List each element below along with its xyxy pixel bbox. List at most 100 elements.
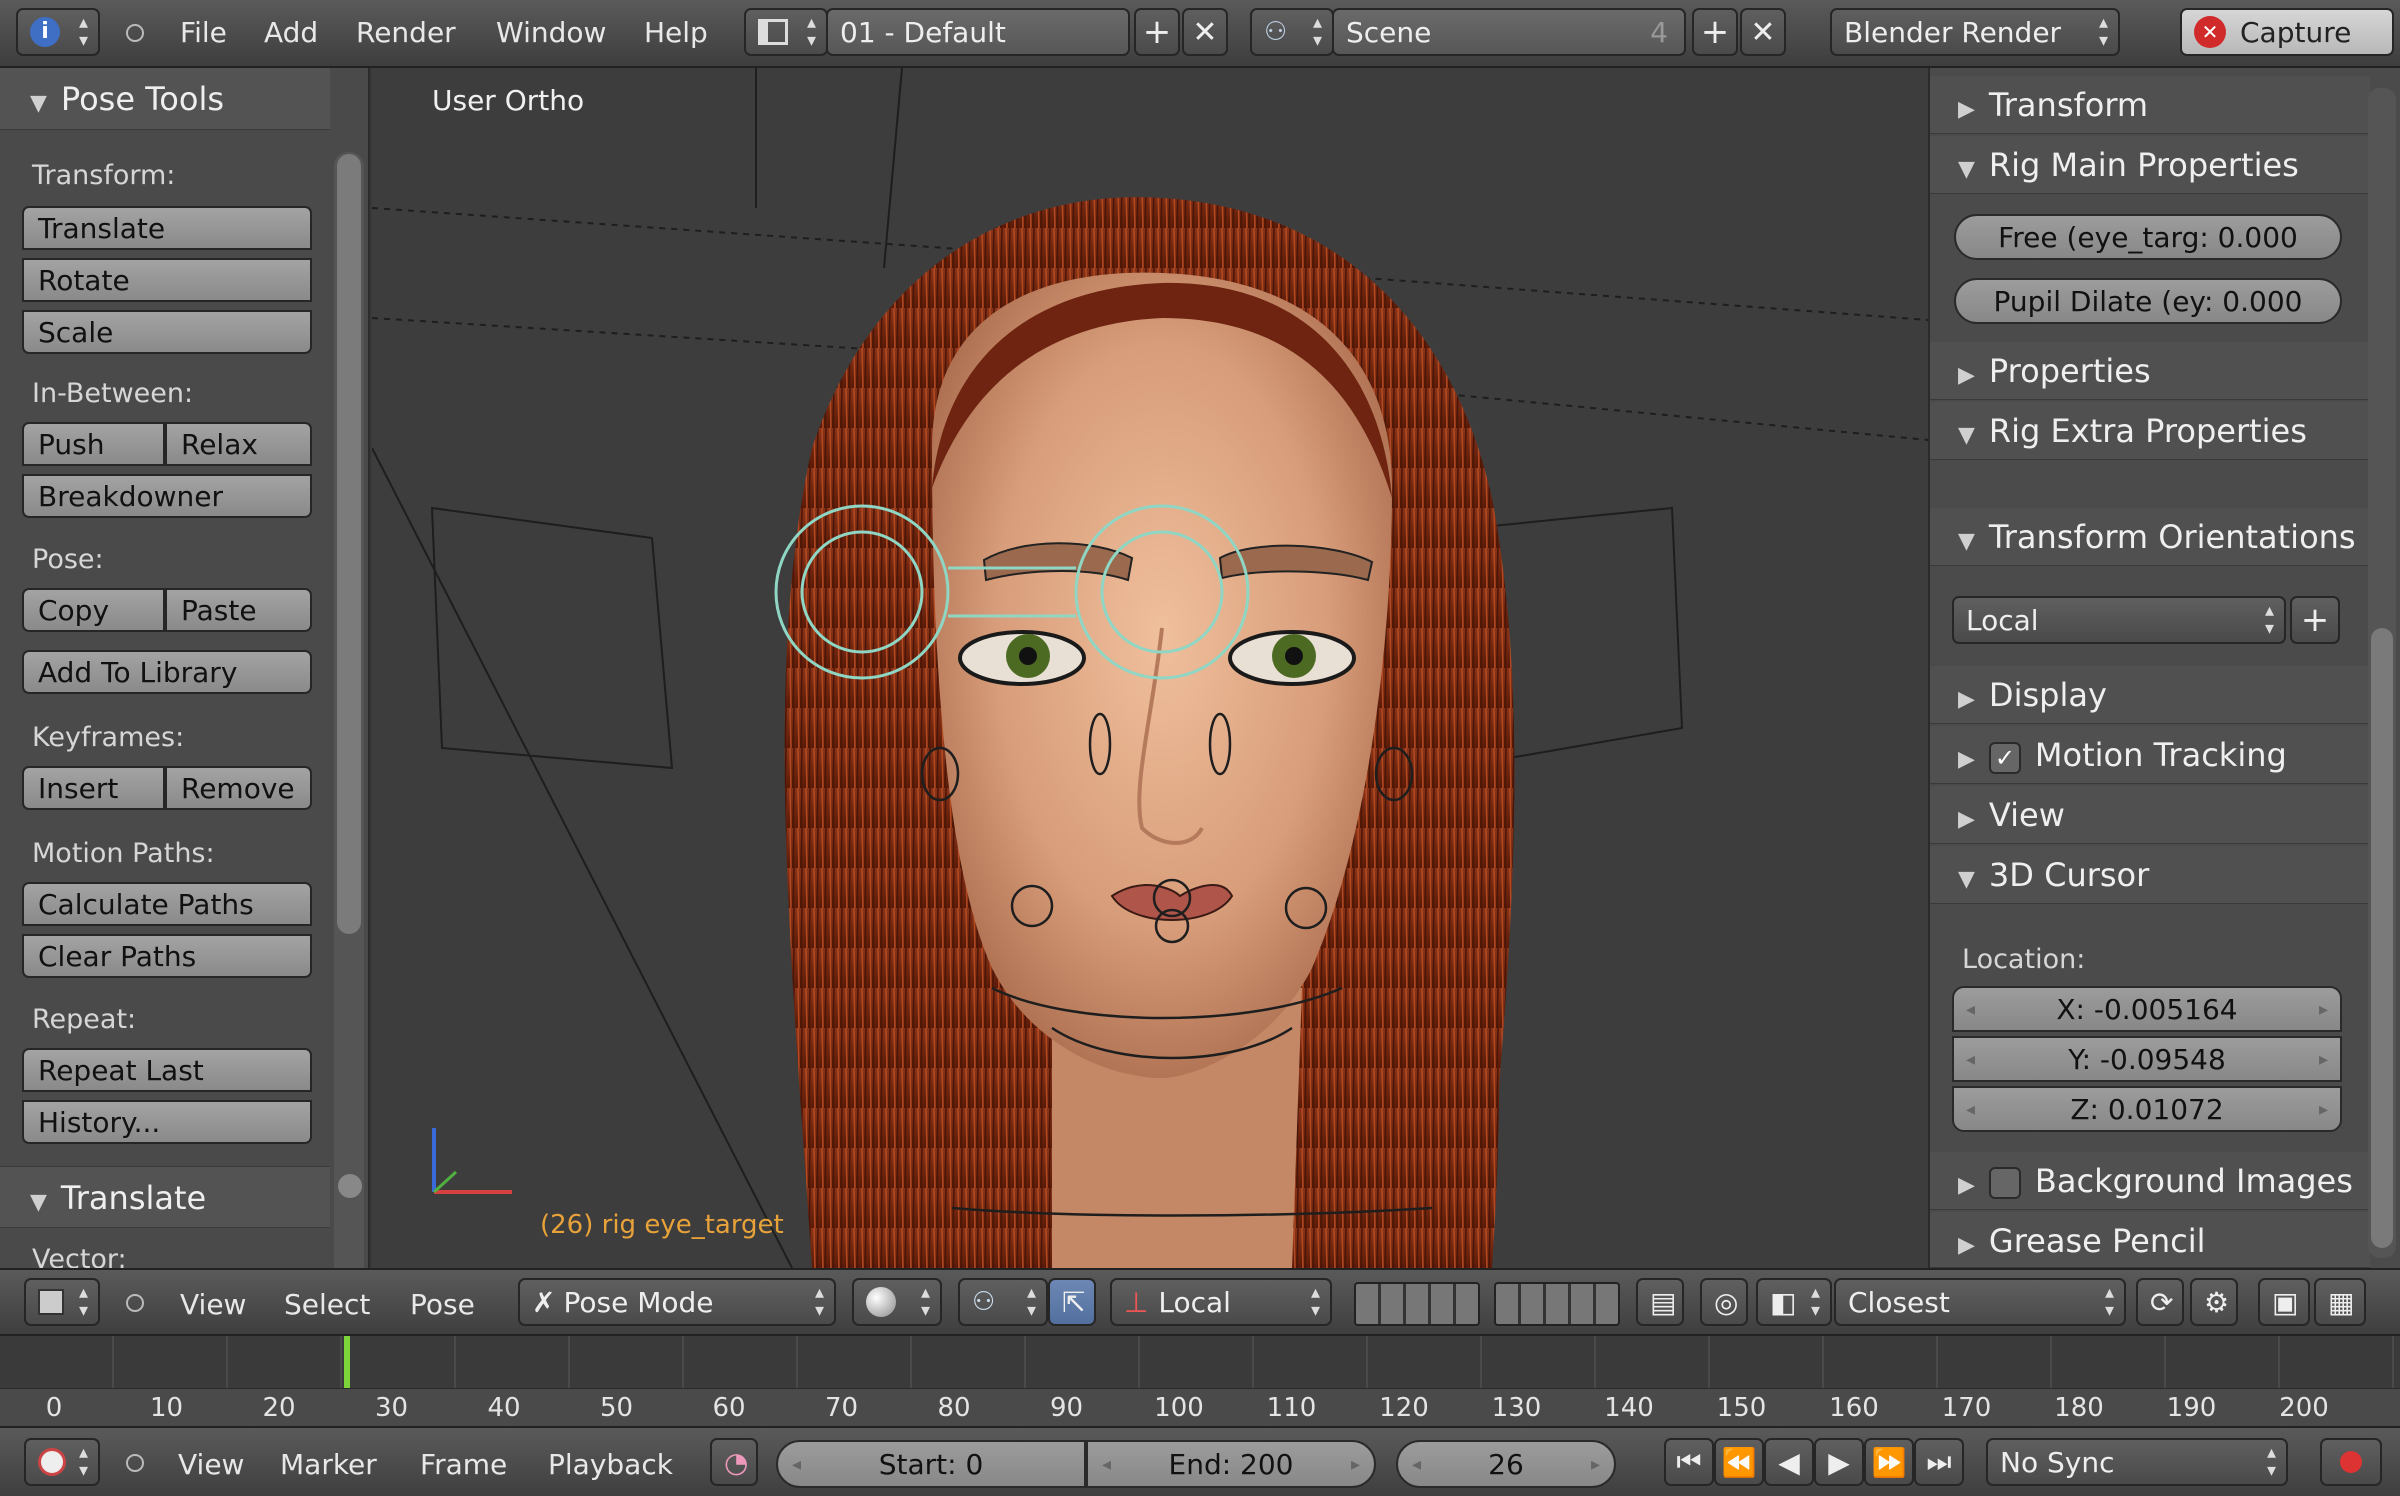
collapse-dot-icon[interactable] — [126, 1294, 144, 1312]
timeline-editor-type-button[interactable]: ▴ ▾ — [24, 1438, 100, 1486]
current-frame-field[interactable]: ◂ 26 ▸ — [1396, 1440, 1616, 1488]
menu-pose[interactable]: Pose — [410, 1288, 475, 1321]
add-orientation-button[interactable]: + — [2290, 596, 2340, 644]
right-arrow-icon[interactable]: ▸ — [1351, 1454, 1360, 1475]
properties-scrollbar[interactable] — [2368, 88, 2396, 1258]
free-eye-target-slider[interactable]: Free (eye_targ: 0.000 — [1954, 214, 2342, 260]
render-preview-button[interactable]: ▣ — [2258, 1278, 2310, 1326]
breakdowner-button[interactable]: Breakdowner — [22, 474, 312, 518]
right-arrow-icon[interactable]: ▸ — [2319, 1099, 2328, 1120]
capture-button[interactable]: ✕ Capture — [2180, 8, 2394, 56]
collapse-dot-icon[interactable] — [126, 24, 144, 42]
cursor-z-field[interactable]: ◂ Z: 0.01072 ▸ — [1952, 1086, 2342, 1132]
transform-orientation-select[interactable]: ⊥ Local ▴ ▾ — [1110, 1278, 1332, 1326]
left-arrow-icon[interactable]: ◂ — [1102, 1454, 1111, 1475]
lock-layers-toggle[interactable]: ▤ — [1636, 1278, 1684, 1326]
translate-button[interactable]: Translate — [22, 206, 312, 250]
left-arrow-icon[interactable]: ◂ — [792, 1454, 801, 1475]
rig-main-panel-header[interactable]: ▼ Rig Main Properties — [1930, 136, 2370, 194]
layer-buttons[interactable] — [1354, 1282, 1480, 1326]
orientation-select[interactable]: Local ▴ ▾ — [1952, 596, 2286, 644]
render-engine-select[interactable]: Blender Render ▴ ▾ — [1830, 8, 2120, 56]
scene-name[interactable]: Scene 4 — [1332, 8, 1686, 56]
right-arrow-icon[interactable]: ▸ — [2319, 999, 2328, 1020]
left-arrow-icon[interactable]: ◂ — [1966, 1049, 1975, 1070]
transform-orientations-header[interactable]: ▼ Transform Orientations — [1930, 508, 2370, 566]
jump-to-start-button[interactable]: ⏮ — [1664, 1438, 1714, 1486]
mode-select[interactable]: ✗ Pose Mode ▴ ▾ — [518, 1278, 836, 1326]
add-to-library-button[interactable]: Add To Library — [22, 650, 312, 694]
proportional-edit-toggle[interactable]: ◎ — [1700, 1278, 1748, 1326]
pivot-point-select[interactable]: ⚇ ▴ ▾ — [958, 1278, 1048, 1326]
view-panel-header[interactable]: ▶ View — [1930, 786, 2370, 844]
current-frame-indicator[interactable] — [343, 1336, 350, 1388]
screen-layout-name[interactable]: 01 - Default — [826, 8, 1130, 56]
menu-timeline-view[interactable]: View — [178, 1448, 244, 1481]
menu-view[interactable]: View — [180, 1288, 246, 1321]
menu-add[interactable]: Add — [264, 16, 318, 49]
play-button[interactable]: ▶ — [1814, 1438, 1864, 1486]
menu-help[interactable]: Help — [644, 16, 708, 49]
viewport-shading-select[interactable]: ▴ ▾ — [852, 1278, 942, 1326]
rotate-button[interactable]: Rotate — [22, 258, 312, 302]
scale-button[interactable]: Scale — [22, 310, 312, 354]
repeat-last-button[interactable]: Repeat Last — [22, 1048, 312, 1092]
menu-playback[interactable]: Playback — [548, 1448, 673, 1481]
cursor-y-field[interactable]: ◂ Y: -0.09548 ▸ — [1952, 1036, 2342, 1082]
align-rotation-toggle[interactable]: ⟳ — [2136, 1278, 2184, 1326]
auto-keying-toggle[interactable] — [2320, 1438, 2382, 1486]
menu-file[interactable]: File — [180, 16, 227, 49]
layer-buttons-2[interactable] — [1494, 1282, 1620, 1326]
calculate-paths-button[interactable]: Calculate Paths — [22, 882, 312, 926]
copy-pose-button[interactable]: Copy — [22, 588, 165, 632]
pose-tools-header[interactable]: ▼ Pose Tools — [0, 68, 330, 130]
history-button[interactable]: History... — [22, 1100, 312, 1144]
play-reverse-button[interactable]: ◀ — [1764, 1438, 1814, 1486]
cursor-x-field[interactable]: ◂ X: -0.005164 ▸ — [1952, 986, 2342, 1032]
editor-type-button[interactable]: ▴ ▾ — [24, 1278, 100, 1326]
frame-ruler[interactable]: 0 10 20 30 40 50 60 70 80 90 100 110 120 130 140 150 160… — [0, 1388, 2400, 1426]
snap-element-select[interactable]: ◧ ▴ ▾ — [1756, 1278, 1832, 1326]
keying-toggle[interactable]: ⚙ — [2190, 1278, 2238, 1326]
timeline-editor[interactable]: 0 10 20 30 40 50 60 70 80 90 100 110 120 130 140 150 160… — [0, 1336, 2400, 1426]
scrollbar-thumb[interactable] — [2371, 628, 2393, 1248]
motion-tracking-checkbox[interactable]: ✓ — [1988, 742, 2021, 774]
tool-shelf-scrollbar[interactable] — [334, 152, 364, 1322]
3d-cursor-panel-header[interactable]: ▼ 3D Cursor — [1930, 846, 2370, 904]
left-arrow-icon[interactable]: ◂ — [1412, 1454, 1421, 1475]
left-arrow-icon[interactable]: ◂ — [1966, 1099, 1975, 1120]
motion-tracking-panel-header[interactable]: ▶ ✓ Motion Tracking — [1930, 726, 2370, 784]
menu-window[interactable]: Window — [496, 16, 606, 49]
insert-keyframe-button[interactable]: Insert — [22, 766, 165, 810]
manipulator-toggle[interactable]: ⇱ — [1048, 1278, 1096, 1326]
timeline-track[interactable] — [0, 1336, 2400, 1388]
sync-mode-select[interactable]: No Sync ▴ ▾ — [1986, 1438, 2288, 1486]
background-images-checkbox[interactable] — [1988, 1167, 2021, 1199]
add-scene-button[interactable]: + — [1692, 8, 1738, 56]
menu-marker[interactable]: Marker — [280, 1448, 377, 1481]
add-screen-button[interactable]: + — [1134, 8, 1180, 56]
background-images-panel-header[interactable]: ▶ Background Images — [1930, 1152, 2370, 1210]
properties-panel-header[interactable]: ▶ Properties — [1930, 342, 2370, 400]
preview-range-toggle[interactable]: ◔ — [710, 1438, 758, 1486]
scrollbar-thumb[interactable] — [337, 154, 361, 934]
3d-viewport[interactable]: User Ortho (26) rig eye_target — [372, 68, 1928, 1268]
transform-panel-header[interactable]: ▶ Transform — [1930, 76, 2370, 134]
panel-zoom-circle-icon[interactable] — [338, 1174, 362, 1198]
info-editor-type-button[interactable]: i ▴ ▾ — [16, 8, 100, 56]
push-button[interactable]: Push — [22, 422, 165, 466]
menu-select[interactable]: Select — [284, 1288, 370, 1321]
clear-paths-button[interactable]: Clear Paths — [22, 934, 312, 978]
paste-pose-button[interactable]: Paste — [165, 588, 312, 632]
jump-to-keyframe-back-button[interactable]: ⏪ — [1714, 1438, 1764, 1486]
operator-panel-header[interactable]: ▼ Translate — [0, 1166, 330, 1228]
jump-to-end-button[interactable]: ⏭ — [1914, 1438, 1964, 1486]
end-frame-field[interactable]: ◂ End: 200 ▸ — [1086, 1440, 1376, 1488]
display-panel-header[interactable]: ▶ Display — [1930, 666, 2370, 724]
scene-selector[interactable]: ⚇ ▴ ▾ — [1250, 8, 1334, 56]
delete-scene-button[interactable]: ✕ — [1740, 8, 1786, 56]
pupil-dilate-slider[interactable]: Pupil Dilate (ey: 0.000 — [1954, 278, 2342, 324]
right-arrow-icon[interactable]: ▸ — [2319, 1049, 2328, 1070]
render-anim-button[interactable]: ▦ — [2314, 1278, 2366, 1326]
screen-layout-selector[interactable]: ▴ ▾ — [744, 8, 828, 56]
